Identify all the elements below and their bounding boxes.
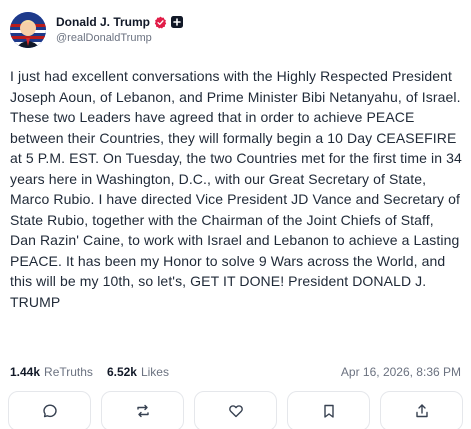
reply-button[interactable] <box>8 391 91 429</box>
verified-badge-icon <box>154 16 167 29</box>
likes-count: 6.52k <box>106 365 137 379</box>
retruth-icon <box>135 403 151 419</box>
retruths-stat[interactable]: 1.44k ReTruths <box>10 365 93 379</box>
share-icon <box>414 403 430 419</box>
likes-label: Likes <box>140 365 169 379</box>
likes-stat[interactable]: 6.52k Likes <box>107 365 169 379</box>
post-body-text: I just had excellent conversations with … <box>10 68 462 310</box>
post-timestamp[interactable]: Apr 16, 2026, 8:36 PM <box>341 365 461 379</box>
author-name-row: Donald J. Trump <box>56 15 184 29</box>
retruths-count: 1.44k <box>10 365 41 379</box>
stats-row: 1.44k ReTruths 6.52k Likes Apr 16, 2026,… <box>10 362 461 382</box>
author-handle[interactable]: @realDonaldTrump <box>56 32 183 45</box>
bookmark-button[interactable] <box>287 391 370 429</box>
stats-left: 1.44k ReTruths 6.52k Likes <box>10 365 169 379</box>
post-card: Donald J. Trump @realDonaldTrump I just … <box>0 0 471 429</box>
author-block: Donald J. Trump @realDonaldTrump <box>56 15 184 45</box>
reply-icon <box>42 403 58 419</box>
retruth-button[interactable] <box>101 391 184 429</box>
bookmark-icon <box>321 403 337 419</box>
heart-icon <box>228 403 244 419</box>
share-button[interactable] <box>380 391 463 429</box>
author-name[interactable]: Donald J. Trump <box>56 15 150 29</box>
action-bar <box>8 391 463 429</box>
plus-icon[interactable] <box>171 16 184 29</box>
like-button[interactable] <box>194 391 277 429</box>
retruths-label: ReTruths <box>44 365 93 379</box>
post-header: Donald J. Trump @realDonaldTrump <box>10 10 461 50</box>
avatar[interactable] <box>10 12 46 48</box>
